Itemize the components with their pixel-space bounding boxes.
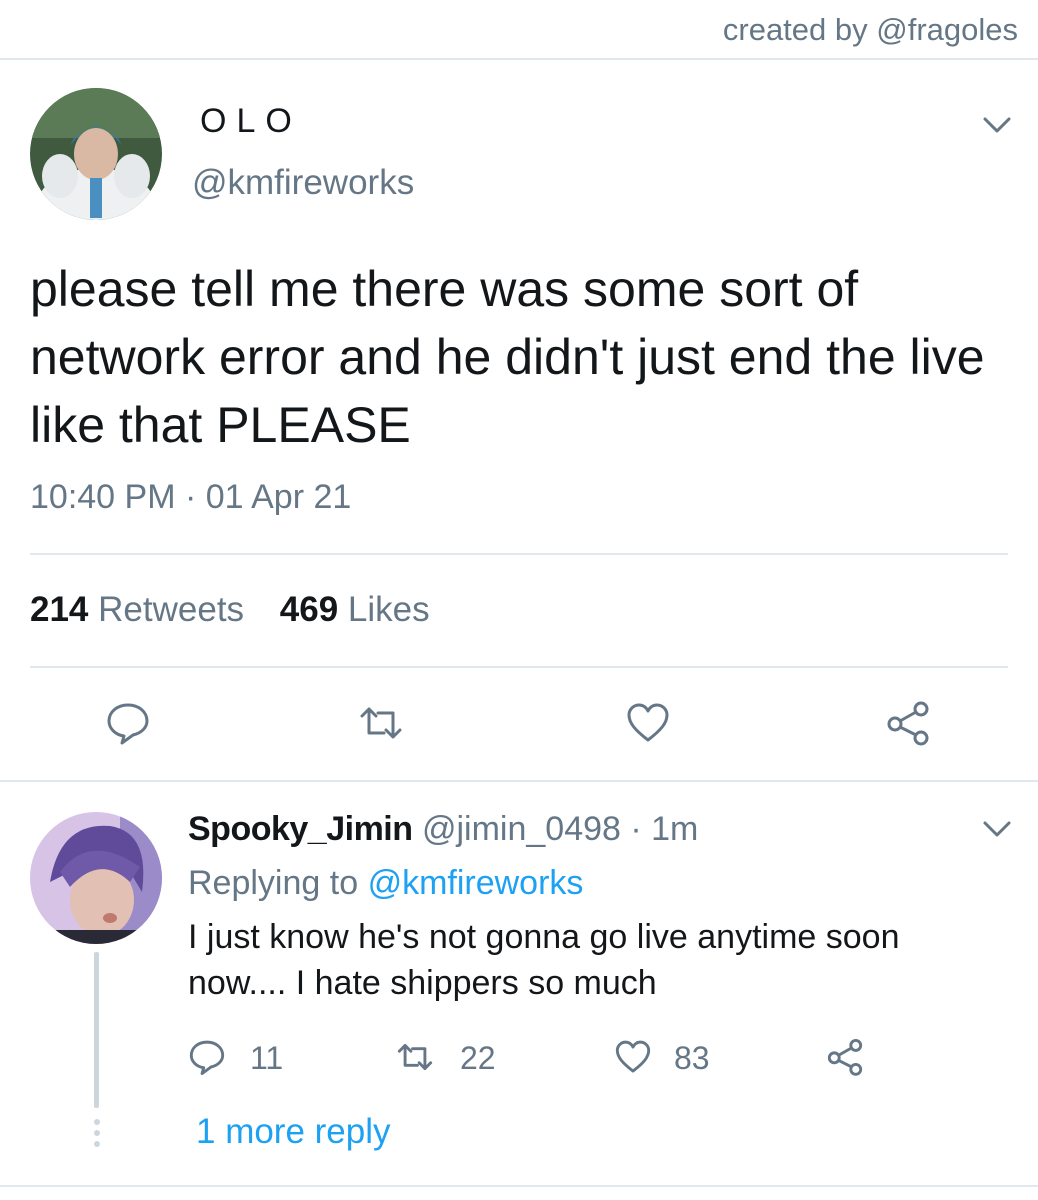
tweet-divider bbox=[0, 780, 1038, 782]
thread-dot bbox=[94, 1141, 100, 1147]
author-display-name[interactable]: OLO bbox=[200, 102, 302, 141]
replying-to-prefix: Replying to bbox=[188, 864, 359, 902]
retweets-label: Retweets bbox=[98, 590, 245, 629]
reply-handle-time[interactable]: @jimin_0498 · 1m bbox=[422, 810, 698, 848]
reply-reply-count: 11 bbox=[250, 1040, 284, 1076]
tweet-stats: 214 Retweets 469 Likes bbox=[30, 590, 430, 630]
thread-dot bbox=[94, 1119, 100, 1125]
author-avatar[interactable] bbox=[30, 88, 162, 220]
like-icon[interactable] bbox=[625, 700, 671, 746]
likes-count: 469 bbox=[279, 590, 339, 629]
reply-retweet-icon[interactable] bbox=[396, 1038, 434, 1076]
tweet-text: please tell me there was some sort of ne… bbox=[30, 261, 985, 453]
thread-line bbox=[94, 952, 99, 1108]
more-replies-link[interactable]: 1 more reply bbox=[196, 1112, 391, 1152]
reply-icon[interactable] bbox=[105, 700, 151, 746]
reply-author-line: Spooky_Jimin @jimin_0498 · 1m bbox=[188, 810, 698, 849]
reply-like-count: 83 bbox=[674, 1040, 710, 1076]
thread-dot bbox=[94, 1130, 100, 1136]
bottom-divider bbox=[0, 1185, 1038, 1187]
reply-retweet-count: 22 bbox=[460, 1040, 496, 1076]
stats-divider-bottom bbox=[30, 666, 1008, 668]
credit-text: created by @fragoles bbox=[722, 12, 1018, 47]
retweet-icon[interactable] bbox=[358, 700, 404, 746]
reply-author-avatar[interactable] bbox=[30, 812, 162, 944]
top-divider bbox=[0, 58, 1038, 60]
reply-text: I just know he's not gonna go live anyti… bbox=[188, 918, 900, 1002]
share-icon[interactable] bbox=[885, 700, 931, 746]
stats-divider-top bbox=[30, 553, 1008, 555]
reply-like-icon[interactable] bbox=[614, 1038, 652, 1076]
reply-chevron-down-icon[interactable] bbox=[980, 812, 1014, 846]
reply-reply-icon[interactable] bbox=[188, 1038, 226, 1076]
replying-to-line: Replying to @kmfireworks bbox=[188, 864, 583, 903]
reply-share-icon[interactable] bbox=[826, 1038, 864, 1076]
chevron-down-icon[interactable] bbox=[980, 108, 1014, 142]
replying-to-handle[interactable]: @kmfireworks bbox=[368, 864, 584, 902]
likes-stat[interactable]: 469 Likes bbox=[280, 590, 430, 629]
retweets-stat[interactable]: 214 Retweets bbox=[30, 590, 244, 629]
retweets-count: 214 bbox=[30, 590, 89, 629]
reply-display-name[interactable]: Spooky_Jimin bbox=[188, 810, 413, 848]
likes-label: Likes bbox=[347, 590, 430, 629]
tweet-timestamp[interactable]: 10:40 PM · 01 Apr 21 bbox=[30, 478, 351, 517]
author-handle[interactable]: @kmfireworks bbox=[192, 163, 414, 203]
